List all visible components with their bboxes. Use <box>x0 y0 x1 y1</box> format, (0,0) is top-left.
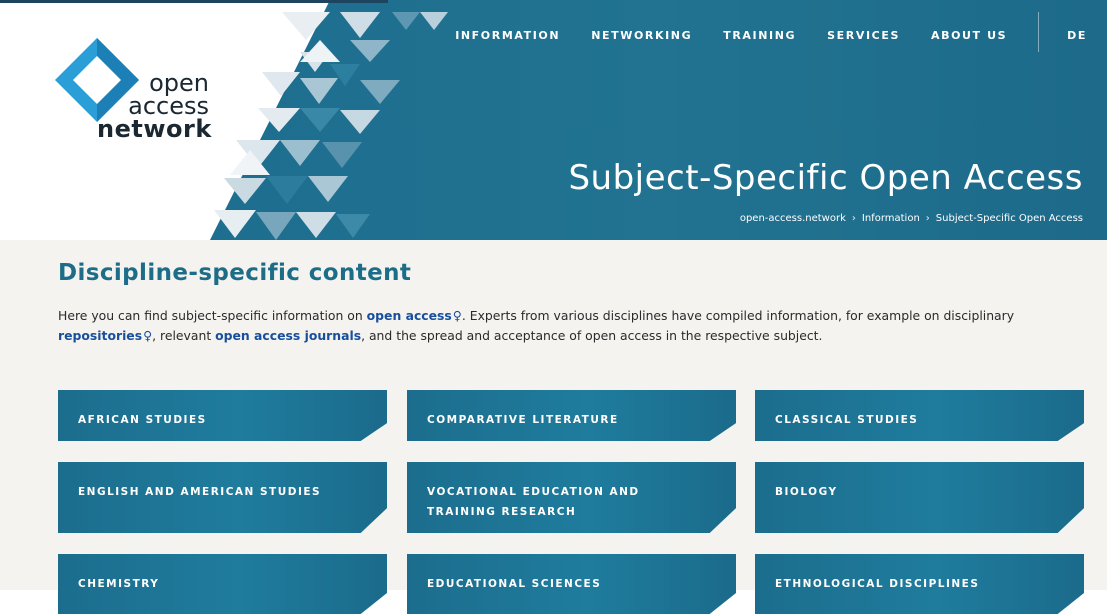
nav-services[interactable]: SERVICES <box>827 29 900 42</box>
breadcrumb-information[interactable]: Information <box>862 213 920 224</box>
card-biology[interactable]: BIOLOGY <box>755 462 1084 533</box>
main-navigation: INFORMATION NETWORKING TRAINING SERVICES… <box>455 12 1107 52</box>
chevron-right-icon: › <box>851 213 856 224</box>
card-label: COMPARATIVE LITERATURE <box>427 414 619 426</box>
link-open-access[interactable]: open access <box>367 308 452 323</box>
card-label: ETHNOLOGICAL DISCIPLINES <box>775 578 980 590</box>
card-label: CHEMISTRY <box>78 578 160 590</box>
lightbulb-icon[interactable]: ♀ <box>453 306 462 326</box>
card-comparative-literature[interactable]: COMPARATIVE LITERATURE <box>407 390 736 441</box>
breadcrumb-home[interactable]: open-access.network <box>740 213 846 224</box>
intro-text-4: , and the spread and acceptance of open … <box>361 328 823 343</box>
card-label: AFRICAN STUDIES <box>78 414 207 426</box>
card-ethnological-disciplines[interactable]: ETHNOLOGICAL DISCIPLINES <box>755 554 1084 614</box>
page-title: Subject-Specific Open Access <box>568 158 1083 198</box>
nav-networking[interactable]: NETWORKING <box>591 29 692 42</box>
logo-line-3: network <box>97 115 212 143</box>
chevron-right-icon: › <box>925 213 930 224</box>
logo-wordmark[interactable]: open access network <box>97 71 212 143</box>
link-repositories[interactable]: repositories <box>58 328 142 343</box>
card-educational-sciences[interactable]: EDUCATIONAL SCIENCES <box>407 554 736 614</box>
nav-information[interactable]: INFORMATION <box>455 29 560 42</box>
content-area: Discipline-specific content Here you can… <box>58 260 1088 346</box>
nav-about-us[interactable]: ABOUT US <box>931 29 1007 42</box>
card-label: CLASSICAL STUDIES <box>775 414 919 426</box>
link-open-access-journals[interactable]: open access journals <box>215 328 361 343</box>
card-label: ENGLISH AND AMERICAN STUDIES <box>78 486 322 498</box>
card-african-studies[interactable]: AFRICAN STUDIES <box>58 390 387 441</box>
lightbulb-icon[interactable]: ♀ <box>143 326 152 346</box>
card-english-american-studies[interactable]: ENGLISH AND AMERICAN STUDIES <box>58 462 387 533</box>
language-switch-de[interactable]: DE <box>1067 29 1087 42</box>
intro-text-2: . Experts from various disciplines have … <box>461 308 1015 323</box>
breadcrumb: open-access.network › Information › Subject-… <box>740 213 1083 224</box>
nav-divider <box>1038 12 1040 52</box>
card-label: BIOLOGY <box>775 486 838 498</box>
nav-training[interactable]: TRAINING <box>723 29 796 42</box>
intro-text-3: , relevant <box>152 328 216 343</box>
card-label: EDUCATIONAL SCIENCES <box>427 578 602 590</box>
intro-paragraph: Here you can find subject-specific infor… <box>58 306 1088 346</box>
card-chemistry[interactable]: CHEMISTRY <box>58 554 387 614</box>
intro-text-1: Here you can find subject-specific infor… <box>58 308 367 323</box>
top-accent-line <box>0 0 388 3</box>
card-classical-studies[interactable]: CLASSICAL STUDIES <box>755 390 1084 441</box>
section-heading: Discipline-specific content <box>58 260 412 286</box>
site-header: open access network INFORMATION NETWORKI… <box>0 0 1107 240</box>
card-vocational-education[interactable]: VOCATIONAL EDUCATION AND TRAINING RESEAR… <box>407 462 736 533</box>
breadcrumb-current: Subject-Specific Open Access <box>935 213 1083 224</box>
main-content: Discipline-specific content Here you can… <box>0 240 1107 614</box>
card-label: VOCATIONAL EDUCATION AND TRAINING RESEAR… <box>427 486 640 518</box>
